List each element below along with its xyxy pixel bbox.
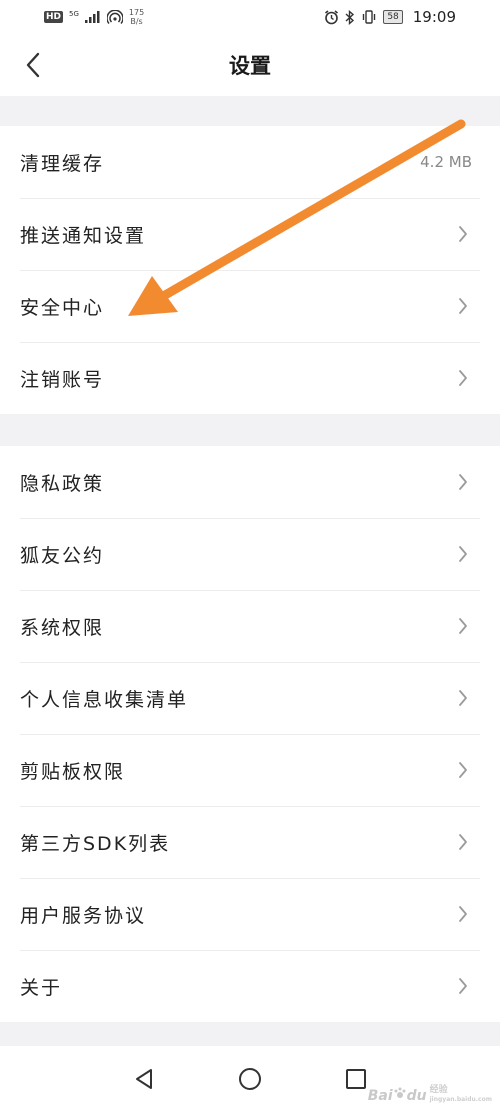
row-third-party-sdk[interactable]: 第三方SDK列表 — [0, 806, 500, 878]
row-label: 用户服务协议 — [20, 904, 147, 927]
row-label: 注销账号 — [20, 368, 105, 391]
hd-badge: HD — [44, 11, 64, 23]
settings-group-account: 清理缓存 4.2 MB 推送通知设置 安全中心 注销账号 — [0, 126, 500, 414]
row-privacy-policy[interactable]: 隐私政策 — [0, 446, 500, 518]
chevron-right-icon — [456, 977, 470, 995]
row-label: 清理缓存 — [20, 152, 105, 175]
row-label: 剪贴板权限 — [20, 760, 126, 783]
circle-home-icon — [239, 1068, 261, 1090]
triangle-back-icon — [136, 1069, 152, 1089]
baidu-watermark: Bai du 经验 jingyan.baidu.com — [368, 1085, 492, 1105]
row-clear-cache[interactable]: 清理缓存 4.2 MB — [0, 126, 500, 198]
hotspot-icon — [106, 10, 123, 24]
status-left: HD 5G 175 B/s — [44, 8, 144, 26]
nav-recent-button[interactable] — [341, 1064, 371, 1094]
watermark-sub2: jingyan.baidu.com — [429, 1096, 492, 1103]
row-delete-account[interactable]: 注销账号 — [0, 342, 500, 414]
watermark-brand: Bai du — [368, 1086, 427, 1104]
status-time: 19:09 — [412, 8, 456, 26]
battery-indicator: 58 — [383, 10, 403, 24]
network-speed: 175 B/s — [129, 8, 144, 26]
chevron-right-icon — [456, 617, 470, 635]
paw-icon — [394, 1087, 406, 1098]
row-label: 第三方SDK列表 — [20, 832, 171, 855]
nav-home-button[interactable] — [235, 1064, 265, 1094]
chevron-right-icon — [456, 225, 470, 243]
chevron-right-icon — [456, 369, 470, 387]
alarm-icon — [325, 9, 339, 24]
speed-value: 175 — [128, 8, 145, 17]
chevron-right-icon — [456, 473, 470, 491]
watermark-brand-b: du — [406, 1088, 427, 1104]
status-right: 58 19:09 — [324, 8, 456, 26]
page-title: 设置 — [229, 54, 271, 78]
row-community-convention[interactable]: 狐友公约 — [0, 518, 500, 590]
row-label: 狐友公约 — [20, 544, 105, 567]
chevron-right-icon — [456, 833, 470, 851]
row-label: 系统权限 — [20, 616, 105, 639]
vibrate-icon — [363, 10, 376, 24]
nav-back-button[interactable] — [129, 1064, 159, 1094]
watermark-brand-a: Bai — [367, 1088, 393, 1104]
speed-unit: B/s — [130, 17, 143, 26]
chevron-right-icon — [456, 297, 470, 315]
network-type: 5G — [69, 10, 79, 18]
row-about[interactable]: 关于 — [0, 950, 500, 1022]
system-nav-bar: Bai du 经验 jingyan.baidu.com — [0, 1046, 500, 1111]
row-personal-info-list[interactable]: 个人信息收集清单 — [0, 662, 500, 734]
row-label: 安全中心 — [20, 296, 105, 319]
row-system-permissions[interactable]: 系统权限 — [0, 590, 500, 662]
bluetooth-icon — [345, 9, 355, 25]
chevron-right-icon — [456, 689, 470, 707]
row-label: 推送通知设置 — [20, 224, 147, 247]
row-user-agreement[interactable]: 用户服务协议 — [0, 878, 500, 950]
row-clipboard-permission[interactable]: 剪贴板权限 — [0, 734, 500, 806]
square-recent-icon — [346, 1069, 366, 1089]
chevron-right-icon — [456, 545, 470, 563]
row-security-center[interactable]: 安全中心 — [0, 270, 500, 342]
settings-group-legal: 隐私政策 狐友公约 系统权限 个人信息收集清单 剪贴板权限 第三方SDK列表 用… — [0, 446, 500, 1022]
cache-size: 4.2 MB — [420, 153, 472, 171]
status-bar: HD 5G 175 B/s 58 19:09 — [0, 0, 500, 34]
header-bar: 设置 — [0, 34, 500, 96]
row-push-notification[interactable]: 推送通知设置 — [0, 198, 500, 270]
chevron-right-icon — [456, 761, 470, 779]
row-label: 个人信息收集清单 — [20, 688, 189, 711]
watermark-sub1: 经验 — [429, 1085, 448, 1095]
chevron-right-icon — [456, 905, 470, 923]
row-label: 隐私政策 — [20, 472, 105, 495]
row-label: 关于 — [20, 976, 63, 999]
watermark-sub: 经验 jingyan.baidu.com — [430, 1085, 492, 1105]
signal-icon — [84, 11, 100, 23]
